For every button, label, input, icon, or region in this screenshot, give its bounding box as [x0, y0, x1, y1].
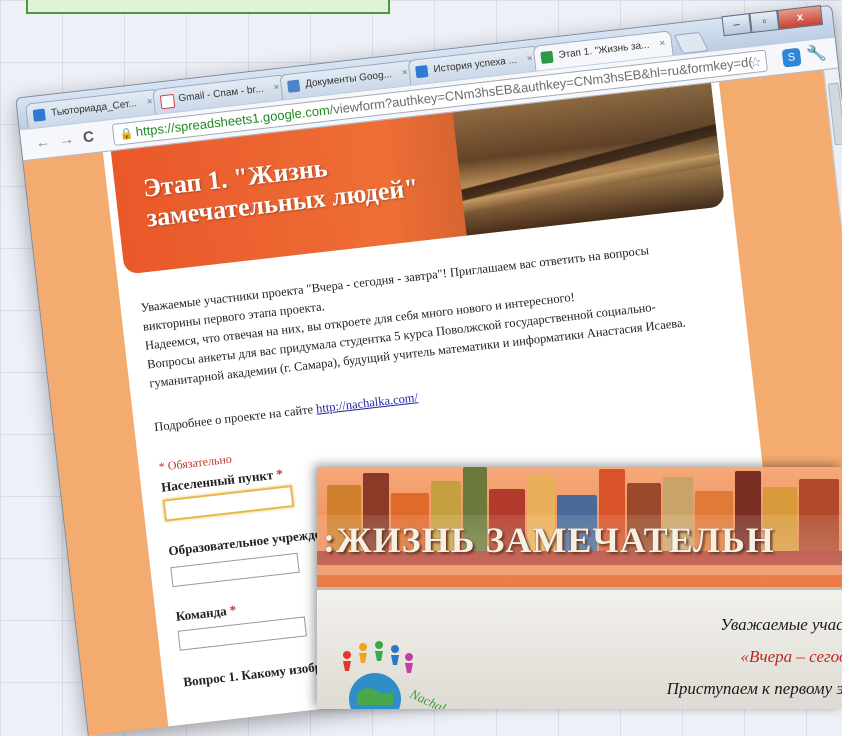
question-text: Команда — [175, 603, 228, 624]
lock-icon: 🔒 — [119, 127, 135, 142]
institution-input[interactable] — [170, 552, 300, 588]
site-favicon-icon — [415, 64, 429, 79]
project-site-prefix: Подробнее о проекте на сайте — [153, 402, 314, 435]
reload-icon[interactable]: C — [82, 128, 95, 146]
question-1-label: Вопрос 1. Какому изобр — [183, 659, 323, 691]
wrench-menu-icon[interactable]: 🔧 — [805, 43, 828, 65]
slide-greeting-line: Уважаемые участ — [720, 615, 842, 634]
project-site-line: Подробнее о проекте на сайте http://nach… — [154, 390, 419, 435]
form-title: Этап 1. "Жизнь замечательных людей" — [141, 153, 421, 233]
tab-label: Этап 1. "Жизнь за... — [557, 39, 651, 62]
extension-icon[interactable]: S — [781, 47, 802, 68]
tab-label: Тьюториада_Сет... — [50, 98, 138, 119]
tab-label: Документы Goog... — [304, 69, 393, 90]
forward-arrow-icon[interactable]: → — [58, 130, 75, 149]
site-favicon-icon — [32, 108, 46, 122]
required-asterisk: * — [275, 465, 284, 482]
bookmark-star-icon[interactable]: ☆ — [748, 51, 763, 72]
tab-close-icon[interactable]: × — [658, 32, 667, 57]
slide-title: :ЖИЗНЬ ЗАМЕЧАТЕЛЬН — [323, 520, 775, 560]
scrollbar-thumb[interactable] — [827, 82, 842, 146]
new-tab-button[interactable] — [673, 31, 710, 54]
minimize-button[interactable]: – — [721, 13, 752, 37]
docs-favicon-icon — [286, 79, 301, 93]
question-team-label: Команда * — [175, 602, 237, 625]
required-asterisk: * — [228, 602, 237, 618]
slide-project-line: «Вчера – сегодн — [740, 647, 842, 666]
spreadsheet-favicon-icon — [540, 50, 554, 65]
project-site-link[interactable]: http://nachalka.com/ — [315, 390, 418, 416]
nachalka-logo-icon: Nachal — [343, 641, 449, 709]
top-banner — [26, 0, 390, 14]
question-text: Вопрос 1. Какому изобр — [182, 658, 323, 690]
maximize-button[interactable]: ▫ — [749, 9, 780, 34]
question-text: Образовательное учрежде — [167, 526, 322, 559]
window-controls: – ▫ x — [721, 5, 824, 37]
required-note: * Обязательно — [158, 451, 233, 474]
close-window-button[interactable]: x — [777, 5, 824, 30]
gmail-favicon-icon — [159, 93, 176, 110]
presentation-slide: :ЖИЗНЬ ЗАМЕЧАТЕЛЬН Уважаемые участ «Вчер… — [317, 467, 842, 709]
tab-label: Gmail - Спам - br... — [177, 83, 265, 105]
tab-label: История успеха ... — [432, 54, 518, 76]
logo-text: Nachal — [407, 686, 449, 709]
back-arrow-icon[interactable]: ← — [34, 133, 51, 152]
question-institution-label: Образовательное учрежде — [168, 526, 322, 559]
slide-start-line: Приступаем к первому эт — [666, 679, 842, 698]
